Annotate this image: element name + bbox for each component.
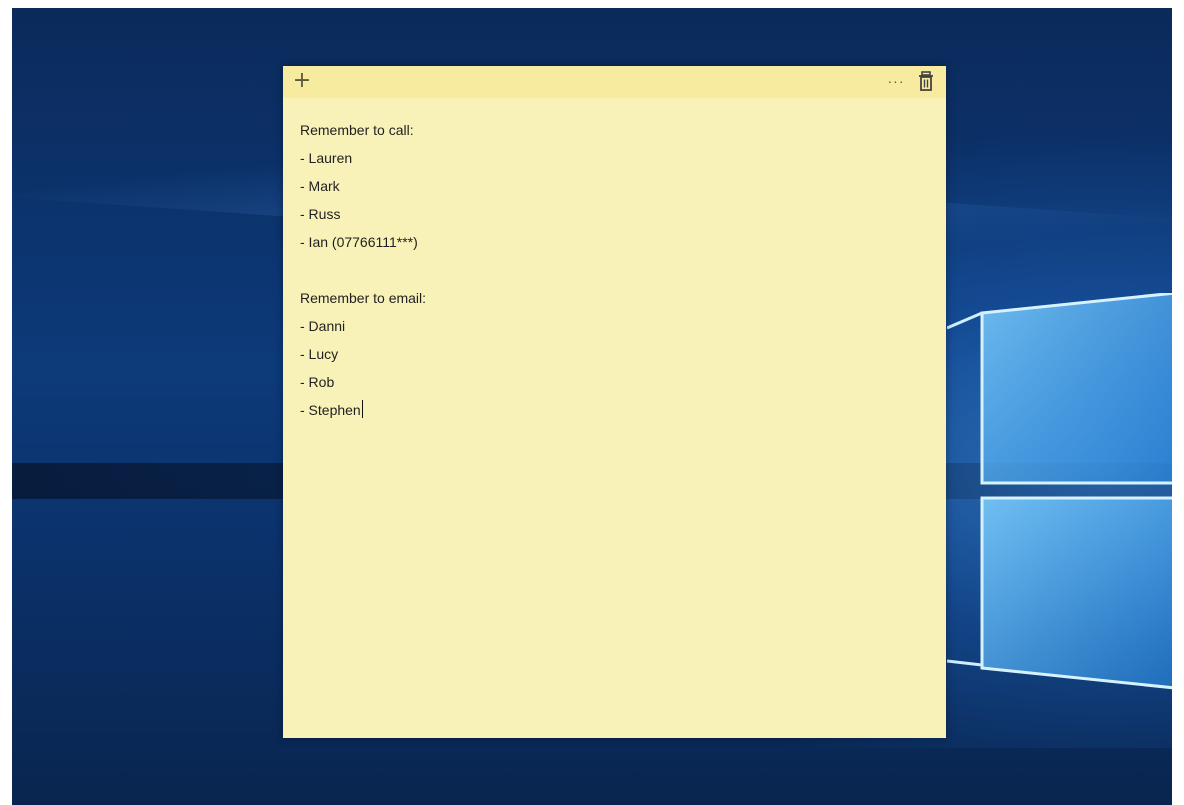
- email-heading: Remember to email:: [300, 290, 427, 306]
- call-item: - Russ: [300, 206, 341, 222]
- call-item: - Ian (07766111***): [300, 234, 418, 250]
- text-cursor: [361, 400, 363, 418]
- sticky-note-header[interactable]: + ···: [283, 66, 946, 98]
- call-item: - Mark: [300, 178, 340, 194]
- add-note-button[interactable]: +: [291, 70, 313, 92]
- email-item: - Lucy: [300, 346, 339, 362]
- call-heading: Remember to call:: [300, 122, 414, 138]
- more-icon: ···: [887, 73, 905, 89]
- email-item: - Stephen: [300, 402, 361, 418]
- email-item: - Danni: [300, 318, 346, 334]
- more-options-button[interactable]: ···: [886, 72, 906, 92]
- plus-icon: +: [292, 68, 312, 93]
- windows-logo-wallpaper: [947, 293, 1172, 690]
- email-item-last: - Stephen: [300, 396, 920, 424]
- note-text-area[interactable]: Remember to call: - Lauren - Mark - Russ…: [300, 116, 920, 424]
- delete-note-button[interactable]: [916, 71, 936, 93]
- email-item: - Rob: [300, 374, 335, 390]
- trash-icon: [919, 71, 933, 91]
- call-item: - Lauren: [300, 150, 353, 166]
- screenshot-frame: + ··· Remember to call: - Lauren - Mark …: [0, 0, 1184, 805]
- sticky-note[interactable]: + ··· Remember to call: - Lauren - Mark …: [283, 66, 946, 738]
